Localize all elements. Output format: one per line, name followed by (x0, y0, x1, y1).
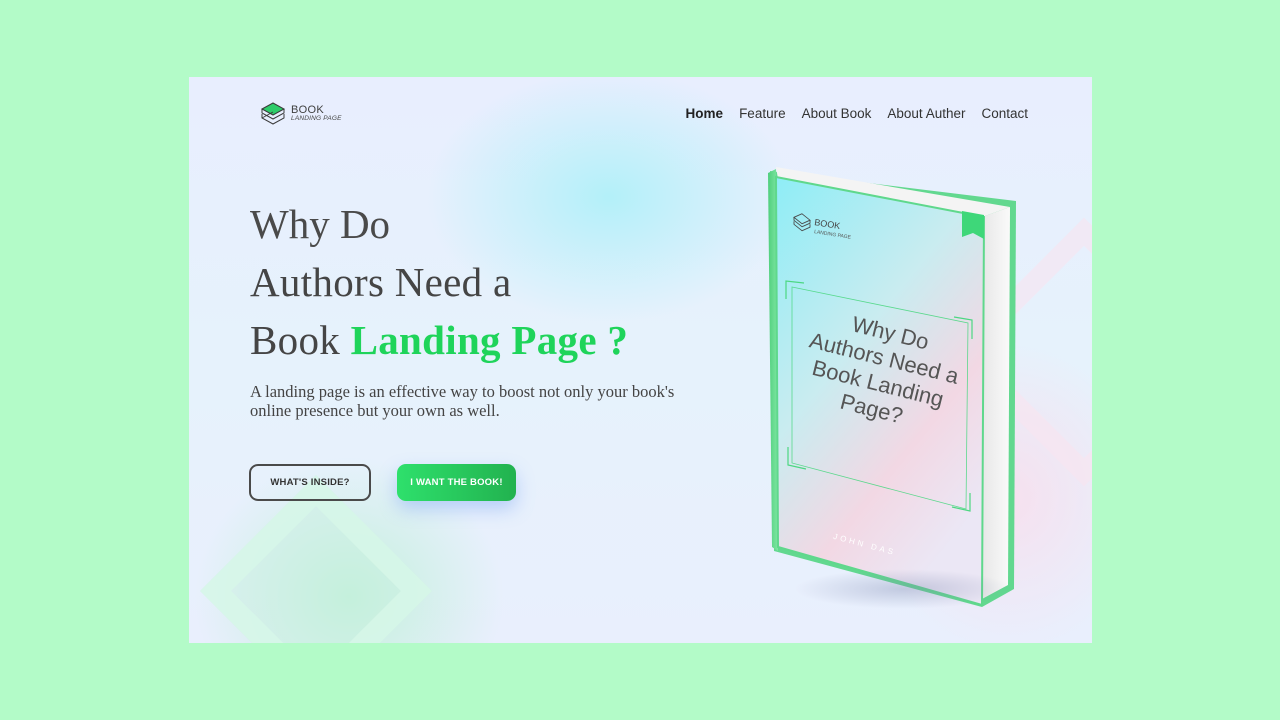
brand-logo[interactable]: BOOK LANDING PAGE (259, 99, 342, 129)
book-shadow (794, 569, 1014, 609)
nav-item-about-auther[interactable]: About Auther (887, 106, 965, 121)
brand-subtitle: LANDING PAGE (291, 115, 342, 123)
hero-heading-suffix: ? (596, 317, 629, 363)
hero-heading-line3-prefix: Book (250, 317, 351, 363)
nav-item-about-book[interactable]: About Book (802, 106, 872, 121)
nav-item-contact[interactable]: Contact (981, 106, 1028, 121)
hero-heading-accent: Landing Page (350, 317, 597, 363)
nav-item-feature[interactable]: Feature (739, 106, 786, 121)
nav-item-home[interactable]: Home (686, 106, 724, 121)
book-mockup: BOOK LANDING PAGE Why Do Authors Need a … (764, 159, 1034, 619)
books-stack-icon (260, 102, 286, 125)
hero-heading: Why Do Authors Need a Book Landing Page … (250, 195, 628, 369)
hero-heading-line2: Authors Need a (250, 259, 512, 305)
hero-description: A landing page is an effective way to bo… (250, 382, 675, 420)
want-book-button[interactable]: I WANT THE BOOK! (397, 464, 516, 501)
book-illustration: BOOK LANDING PAGE Why Do Authors Need a … (768, 167, 1016, 607)
main-nav: Home Feature About Book About Auther Con… (686, 106, 1028, 121)
hero-heading-line3: Book Landing Page ? (250, 311, 628, 369)
hero-heading-line1: Why Do (250, 201, 391, 247)
whats-inside-button[interactable]: WHAT'S INSIDE? (249, 464, 371, 501)
landing-page-frame: BOOK LANDING PAGE Home Feature About Boo… (189, 77, 1092, 643)
